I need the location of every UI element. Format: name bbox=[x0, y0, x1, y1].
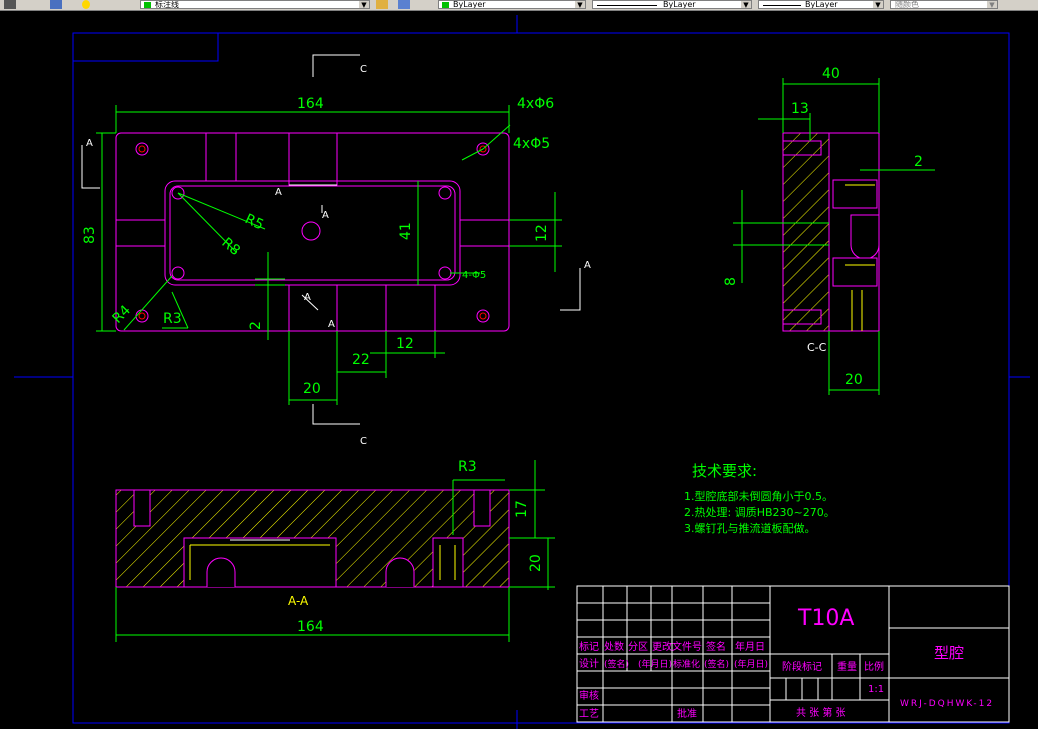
dim-164-section: 164 bbox=[297, 619, 324, 635]
label-c-top: C bbox=[360, 64, 367, 75]
top-view-holes bbox=[135, 142, 490, 323]
dim-41: 41 bbox=[398, 222, 414, 240]
chevron-down-icon: ▼ bbox=[873, 1, 883, 8]
holes-6-label: 4xΦ6 bbox=[517, 96, 554, 112]
layer-dropdown[interactable]: 标注线 ▼ bbox=[140, 0, 370, 9]
tech-title: 技术要求: bbox=[692, 462, 757, 480]
des-5: (签名) bbox=[704, 658, 729, 670]
process-label: 工艺 bbox=[579, 708, 599, 720]
drawing-number: WRJ-DQHWK-12 bbox=[900, 699, 994, 709]
dim-20-side: 20 bbox=[845, 372, 863, 388]
plotstyle-dropdown[interactable]: 随颜色 ▼ bbox=[890, 0, 998, 9]
color-dropdown[interactable]: ByLayer ▼ bbox=[438, 0, 586, 9]
section-view bbox=[115, 489, 510, 588]
des-2: (签名) bbox=[604, 658, 629, 670]
dim-20-section: 20 bbox=[528, 554, 544, 572]
top-view bbox=[115, 132, 510, 332]
hdr-5: 签名 bbox=[706, 640, 726, 653]
weight-label: 重量 bbox=[837, 660, 857, 673]
dim-83: 83 bbox=[82, 226, 98, 244]
dim-20-top: 20 bbox=[303, 381, 321, 397]
hdr-1: 标记 bbox=[579, 641, 599, 653]
dim-2: 2 bbox=[248, 321, 264, 330]
hdr-3: 分区 bbox=[628, 641, 648, 653]
dim-12-right: 12 bbox=[534, 224, 550, 242]
label-a-2: A bbox=[322, 210, 329, 221]
holes-5-label: 4xΦ5 bbox=[513, 136, 550, 152]
des-1: 设计 bbox=[579, 657, 599, 670]
label-a-1: A bbox=[275, 187, 282, 198]
tech-item-1: 1.型腔底部未倒圆角小于0.5。 bbox=[684, 489, 833, 503]
dim-164-top: 164 bbox=[297, 96, 324, 112]
dim-2-side: 2 bbox=[914, 154, 923, 170]
linetype-dropdown[interactable]: ByLayer ▼ bbox=[592, 0, 752, 9]
dim-40: 40 bbox=[822, 66, 840, 82]
tech-item-2: 2.热处理: 调质HB230~270。 bbox=[684, 506, 835, 519]
dim-13: 13 bbox=[791, 101, 809, 117]
side-view-dimensions bbox=[733, 78, 935, 395]
top-view-section-labels: C C A A A A A A bbox=[86, 64, 591, 447]
review-label: 审核 bbox=[579, 689, 599, 702]
section-view-label: A-A bbox=[288, 594, 309, 608]
hdr-6: 年月日 bbox=[735, 640, 765, 653]
label-a-right: A bbox=[584, 260, 591, 271]
part-name: 型腔 bbox=[934, 644, 964, 662]
des-4: 标准化 bbox=[673, 658, 700, 670]
chevron-down-icon: ▼ bbox=[741, 1, 751, 8]
linetype-preview bbox=[597, 5, 657, 6]
hdr-2: 处数 bbox=[604, 640, 624, 653]
scale-value: 1:1 bbox=[868, 684, 884, 695]
tech-item-3: 3.螺钉孔与推流道板配做。 bbox=[684, 521, 816, 535]
scale-label: 比例 bbox=[864, 660, 884, 673]
top-view-dimensions bbox=[96, 105, 562, 405]
lineweight-preview bbox=[763, 5, 801, 6]
label-a-left: A bbox=[86, 138, 93, 149]
label-a-4: A bbox=[328, 319, 335, 330]
dim-22: 22 bbox=[352, 352, 370, 368]
r3-label: R3 bbox=[163, 311, 182, 327]
hole-small-label: 4-Φ5 bbox=[462, 270, 486, 281]
layer-color-swatch bbox=[144, 2, 151, 8]
lineweight-dropdown[interactable]: ByLayer ▼ bbox=[758, 0, 884, 9]
lightbulb-icon[interactable] bbox=[82, 0, 90, 9]
r3-section: R3 bbox=[458, 459, 477, 475]
color-swatch bbox=[442, 2, 449, 8]
chevron-down-icon: ▼ bbox=[359, 1, 369, 8]
sheets-label: 共 张 第 张 bbox=[796, 706, 846, 719]
stage-label: 阶段标记 bbox=[782, 660, 822, 673]
hdr-4: 更改文件号 bbox=[652, 640, 702, 653]
make-current-icon[interactable] bbox=[376, 0, 388, 9]
dim-17: 17 bbox=[514, 500, 530, 518]
side-view-label: C-C bbox=[807, 341, 827, 354]
side-view bbox=[782, 132, 880, 332]
dim-12-bottom: 12 bbox=[396, 336, 414, 352]
top-view-section-marks bbox=[81, 54, 581, 425]
des-6: (年月日) bbox=[734, 658, 768, 670]
drawing-canvas[interactable]: 164 83 41 12 2 22 12 20 4xΦ6 4xΦ5 4-Φ5 R… bbox=[0, 10, 1038, 729]
material-label: T10A bbox=[797, 606, 854, 631]
layer-manager-icon[interactable] bbox=[4, 0, 16, 9]
title-block-text: T10A 型腔 WRJ-DQHWK-12 1:1 标记 处数 分区 更改文件号 … bbox=[579, 606, 994, 720]
approve-label: 批准 bbox=[677, 707, 697, 720]
des-3: (年月日) bbox=[638, 658, 672, 670]
label-a-3: A bbox=[304, 292, 311, 303]
label-c-bottom: C bbox=[360, 436, 367, 447]
tech-requirements: 技术要求: 1.型腔底部未倒圆角小于0.5。 2.热处理: 调质HB230~27… bbox=[684, 462, 835, 535]
chevron-down-icon: ▼ bbox=[987, 1, 997, 8]
drawing-frame bbox=[14, 15, 1030, 729]
dim-8: 8 bbox=[723, 277, 739, 286]
layer-state-icon[interactable] bbox=[50, 0, 62, 9]
chevron-down-icon: ▼ bbox=[575, 1, 585, 8]
r5-label: R5 bbox=[242, 211, 266, 233]
layer-previous-icon[interactable] bbox=[398, 0, 410, 9]
